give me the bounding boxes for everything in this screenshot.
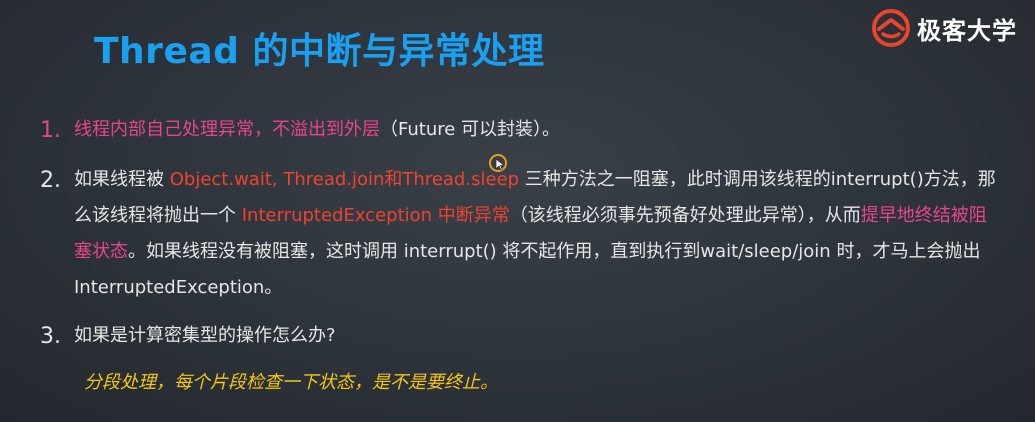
list-number: 3. [40, 324, 61, 349]
highlight-text: InterruptedException 中断异常 [241, 205, 510, 226]
highlight-text: Object.wait, Thread.join和Thread.sleep [169, 169, 520, 190]
list-text: 如果线程被 Object.wait, Thread.join和Thread.sl… [74, 162, 1004, 306]
brand-logo-text: 极客大学 [917, 16, 1017, 45]
list-number: 2. [40, 168, 61, 193]
plain-text: 。如果线程没有被阻塞，这时调用 interrupt() 将不起作用，直到执行到w… [74, 241, 981, 298]
plain-text: （该线程必须事先预备好处理此异常），从而 [509, 205, 861, 226]
mouse-cursor-icon [489, 154, 507, 172]
plain-text: 如果线程被 [74, 169, 170, 190]
geek-university-logo-icon [872, 9, 910, 47]
list-text: 线程内部自己处理异常，不溢出到外层（Future 可以封装）。 [74, 112, 560, 148]
content-list: 1. 线程内部自己处理异常，不溢出到外层（Future 可以封装）。 2. 如果… [40, 112, 1015, 368]
list-number: 1. [40, 118, 61, 143]
plain-text: （Future 可以封装）。 [380, 119, 561, 140]
list-text: 如果是计算密集型的操作怎么办? [74, 325, 336, 346]
highlight-text: 线程内部自己处理异常，不溢出到外层 [74, 119, 380, 140]
list-item-2: 2. 如果线程被 Object.wait, Thread.join和Thread… [40, 162, 1015, 306]
list-item-1: 1. 线程内部自己处理异常，不溢出到外层（Future 可以封装）。 [40, 112, 1015, 150]
brand-logo: 极客大学 [871, 8, 1017, 48]
slide-title: Thread 的中断与异常处理 [94, 31, 545, 72]
sub-note: 分段处理，每个片段检查一下状态，是不是要终止。 [84, 372, 498, 393]
list-item-3: 3. 如果是计算密集型的操作怎么办? [40, 318, 1015, 356]
